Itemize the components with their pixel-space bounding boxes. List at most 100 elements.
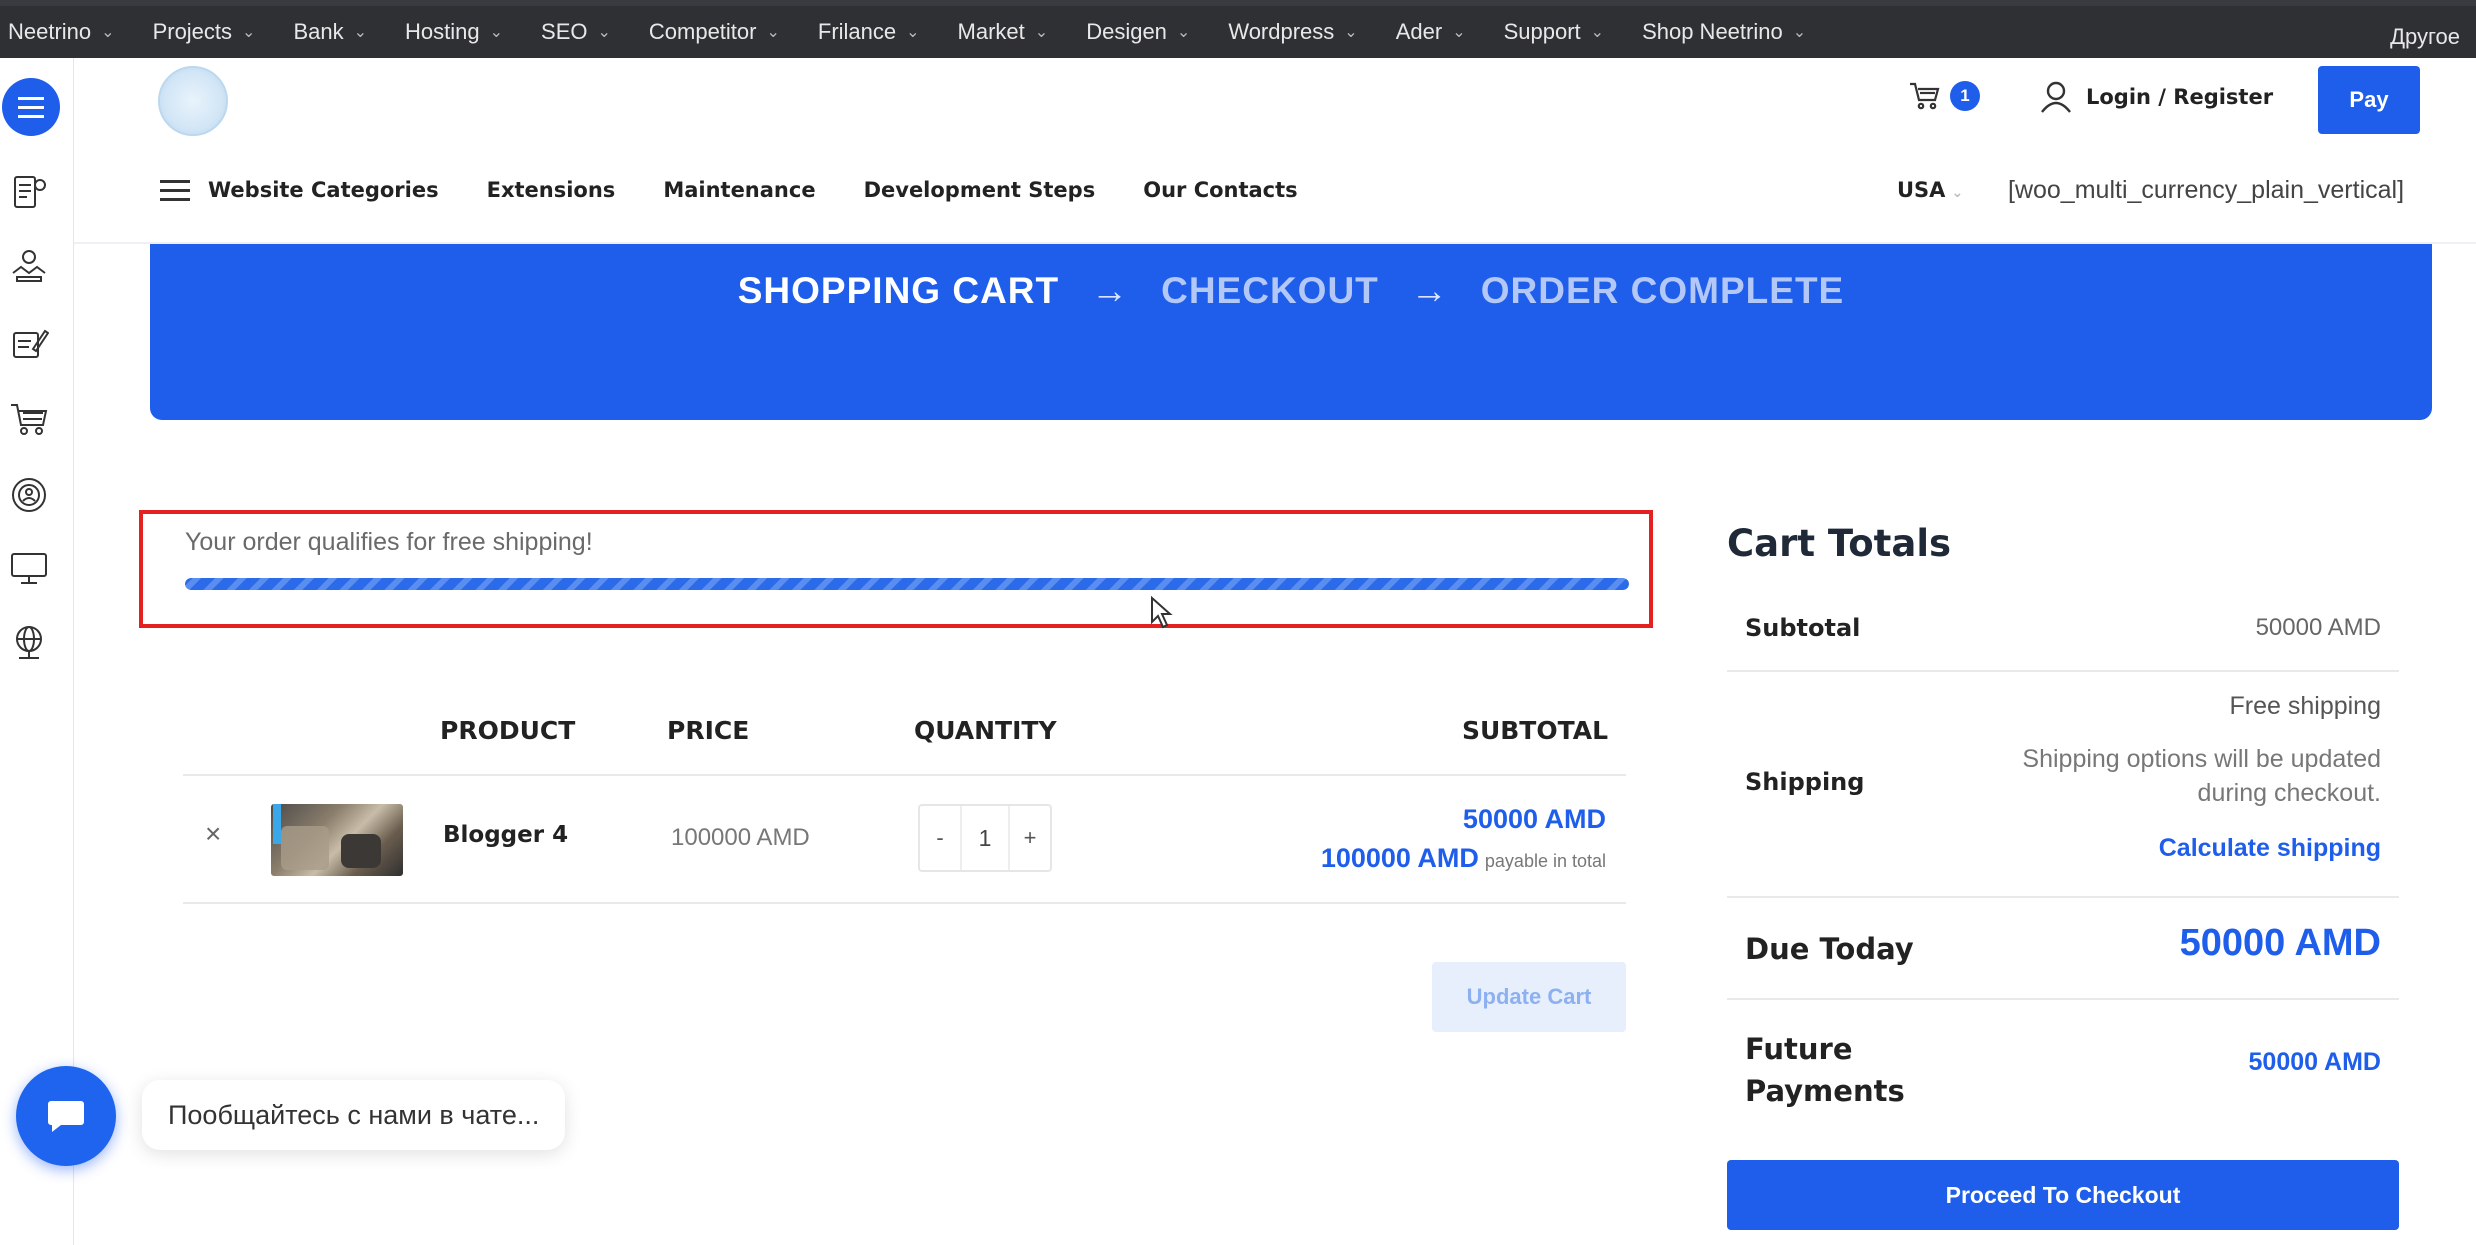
admin-menu-competitor[interactable]: Competitor ⌄ [649, 19, 780, 45]
admin-menu-label: Frilance [817, 19, 897, 44]
target-icon[interactable] [6, 472, 52, 518]
total-payable: 100000 AMD payable in total [1321, 843, 1606, 874]
cart-table-header: PRODUCT PRICE QUANTITY SUBTOTAL [183, 714, 1626, 776]
product-name-link[interactable]: Blogger 4 [443, 822, 568, 848]
chevron-down-icon: ⌄ [766, 24, 780, 41]
admin-menu-wordpress[interactable]: Wordpress ⌄ [1228, 19, 1357, 45]
nav-development-steps[interactable]: Development Steps [864, 178, 1096, 202]
free-shipping-progress-fill [185, 578, 1629, 590]
admin-menu-shop-neetrino[interactable]: Shop Neetrino ⌄ [1642, 19, 1806, 45]
cart-icon [1910, 82, 1940, 110]
totals-due-today-row: Due Today 50000 AMD [1727, 898, 2399, 1000]
admin-menu-label: Hosting [405, 19, 480, 44]
quantity-decrease-button[interactable]: - [920, 825, 960, 851]
column-header-product: PRODUCT [440, 716, 576, 745]
nav-our-contacts[interactable]: Our Contacts [1143, 178, 1297, 202]
calculate-shipping-link[interactable]: Calculate shipping [2159, 834, 2381, 863]
admin-menu-projects[interactable]: Projects ⌄ [153, 19, 256, 45]
country-selector[interactable]: USA ⌄ [1897, 178, 1963, 202]
due-today-value: 50000 AMD [2179, 922, 2381, 964]
chevron-down-icon: ⌄ [597, 24, 611, 41]
proceed-to-checkout-button[interactable]: Proceed To Checkout [1727, 1160, 2399, 1230]
admin-menu-label: Support [1503, 19, 1581, 44]
admin-menu-seo[interactable]: SEO ⌄ [541, 19, 611, 45]
future-payments-label: Future Payments [1745, 1032, 1905, 1108]
cart-count-badge: 1 [1950, 81, 1980, 111]
secondary-nav: Website Categories Extensions Maintenanc… [160, 178, 1346, 202]
shipping-value: Free shipping [2229, 692, 2381, 720]
user-icon [2041, 81, 2071, 113]
nav-website-categories[interactable]: Website Categories [208, 178, 439, 202]
pay-button[interactable]: Pay [2318, 66, 2420, 134]
login-register-link[interactable]: Login / Register [2040, 80, 2273, 114]
checkout-steps-banner: SHOPPING CART → CHECKOUT → ORDER COMPLET… [150, 244, 2432, 420]
chevron-down-icon: ⌄ [1951, 185, 1964, 201]
mouse-cursor-icon [1151, 596, 1173, 629]
header-cart[interactable]: 1 [1908, 80, 1980, 112]
browser-strip [0, 0, 2476, 6]
step-order-complete: ORDER COMPLETE [1480, 270, 1845, 311]
admin-menu-label: Competitor [648, 19, 757, 44]
site-logo[interactable] [158, 66, 228, 136]
due-today-label: Due Today [1745, 932, 1914, 966]
subtotal-amount: 50000 AMD [1462, 804, 1606, 834]
quantity-increase-button[interactable]: + [1010, 825, 1050, 851]
chevron-down-icon: ⌄ [1792, 24, 1807, 41]
admin-menu-market[interactable]: Market ⌄ [958, 19, 1049, 45]
column-header-price: PRICE [667, 716, 750, 745]
remove-item-icon[interactable]: × [205, 818, 221, 850]
admin-menu-label: Ader [1395, 19, 1443, 44]
product-subtotal: 50000 AMD 100000 AMD payable in total [1321, 804, 1606, 874]
admin-menu-hosting[interactable]: Hosting ⌄ [405, 19, 503, 45]
totals-future-payments-row: Future Payments 50000 AMD [1727, 1000, 2399, 1134]
handshake-icon[interactable] [6, 244, 52, 290]
free-shipping-text: Your order qualifies for free shipping! [185, 528, 593, 556]
free-shipping-progress-bar [185, 578, 1629, 590]
quantity-stepper: - 1 + [918, 804, 1052, 872]
shipping-label: Shipping [1745, 768, 1865, 796]
admin-menu-desigen[interactable]: Desigen ⌄ [1086, 19, 1190, 45]
currency-shortcode: [woo_multi_currency_plain_vertical] [2008, 176, 2405, 204]
chat-launcher-button[interactable] [16, 1066, 116, 1166]
admin-menu-support[interactable]: Support ⌄ [1504, 19, 1604, 45]
admin-menu-label: SEO [541, 19, 588, 44]
free-shipping-notice: Your order qualifies for free shipping! [139, 510, 1653, 628]
quantity-input[interactable]: 1 [960, 806, 1010, 870]
admin-menu-other[interactable]: Другое [2390, 24, 2460, 50]
contract-icon[interactable] [6, 320, 52, 366]
monitor-icon[interactable] [6, 546, 52, 592]
admin-menu-bank[interactable]: Bank ⌄ [293, 19, 367, 45]
column-header-subtotal: SUBTOTAL [1461, 716, 1608, 745]
chevron-down-icon: ⌄ [1590, 24, 1605, 41]
country-label: USA [1897, 178, 1946, 202]
menu-icon[interactable] [2, 78, 60, 136]
admin-menu-label: Shop Neetrino [1642, 19, 1783, 44]
chat-icon [48, 1101, 84, 1132]
admin-menu-label: Neetrino [8, 19, 92, 44]
admin-menu: Neetrino ⌄ Projects ⌄ Bank ⌄ Hosting ⌄ SEO ⌄ … [0, 6, 1844, 58]
admin-menu-label: Projects [152, 19, 233, 44]
nav-maintenance[interactable]: Maintenance [663, 178, 815, 202]
checkout-steps: SHOPPING CART → CHECKOUT → ORDER COMPLET… [150, 270, 2432, 312]
table-row: × Blogger 4 100000 AMD - 1 + 50000 AMD 1… [183, 776, 1626, 904]
chat-greeting-bubble[interactable]: Пообщайтесь с нами в чате... [142, 1080, 566, 1150]
chevron-down-icon: ⌄ [1452, 24, 1466, 41]
chevron-down-icon: ⌄ [101, 24, 115, 41]
chevron-down-icon: ⌄ [242, 24, 256, 41]
arrow-right-icon: → [1410, 270, 1449, 311]
product-thumbnail[interactable] [271, 804, 403, 876]
update-cart-button[interactable]: Update Cart [1432, 962, 1626, 1032]
chevron-down-icon: ⌄ [1034, 24, 1049, 41]
document-icon[interactable] [6, 170, 52, 216]
admin-menu-label: Wordpress [1228, 19, 1335, 44]
admin-menu-neetrino[interactable]: Neetrino ⌄ [8, 19, 115, 45]
globe-icon[interactable] [6, 620, 52, 666]
product-price: 100000 AMD [671, 824, 810, 851]
admin-menu-ader[interactable]: Ader ⌄ [1396, 19, 1466, 45]
totals-subtotal-row: Subtotal 50000 AMD [1727, 590, 2399, 672]
cart-icon[interactable] [6, 396, 52, 442]
chevron-down-icon: ⌄ [353, 24, 368, 41]
nav-extensions[interactable]: Extensions [487, 178, 616, 202]
step-shopping-cart: SHOPPING CART [737, 270, 1060, 311]
admin-menu-frilance[interactable]: Frilance ⌄ [818, 19, 920, 45]
